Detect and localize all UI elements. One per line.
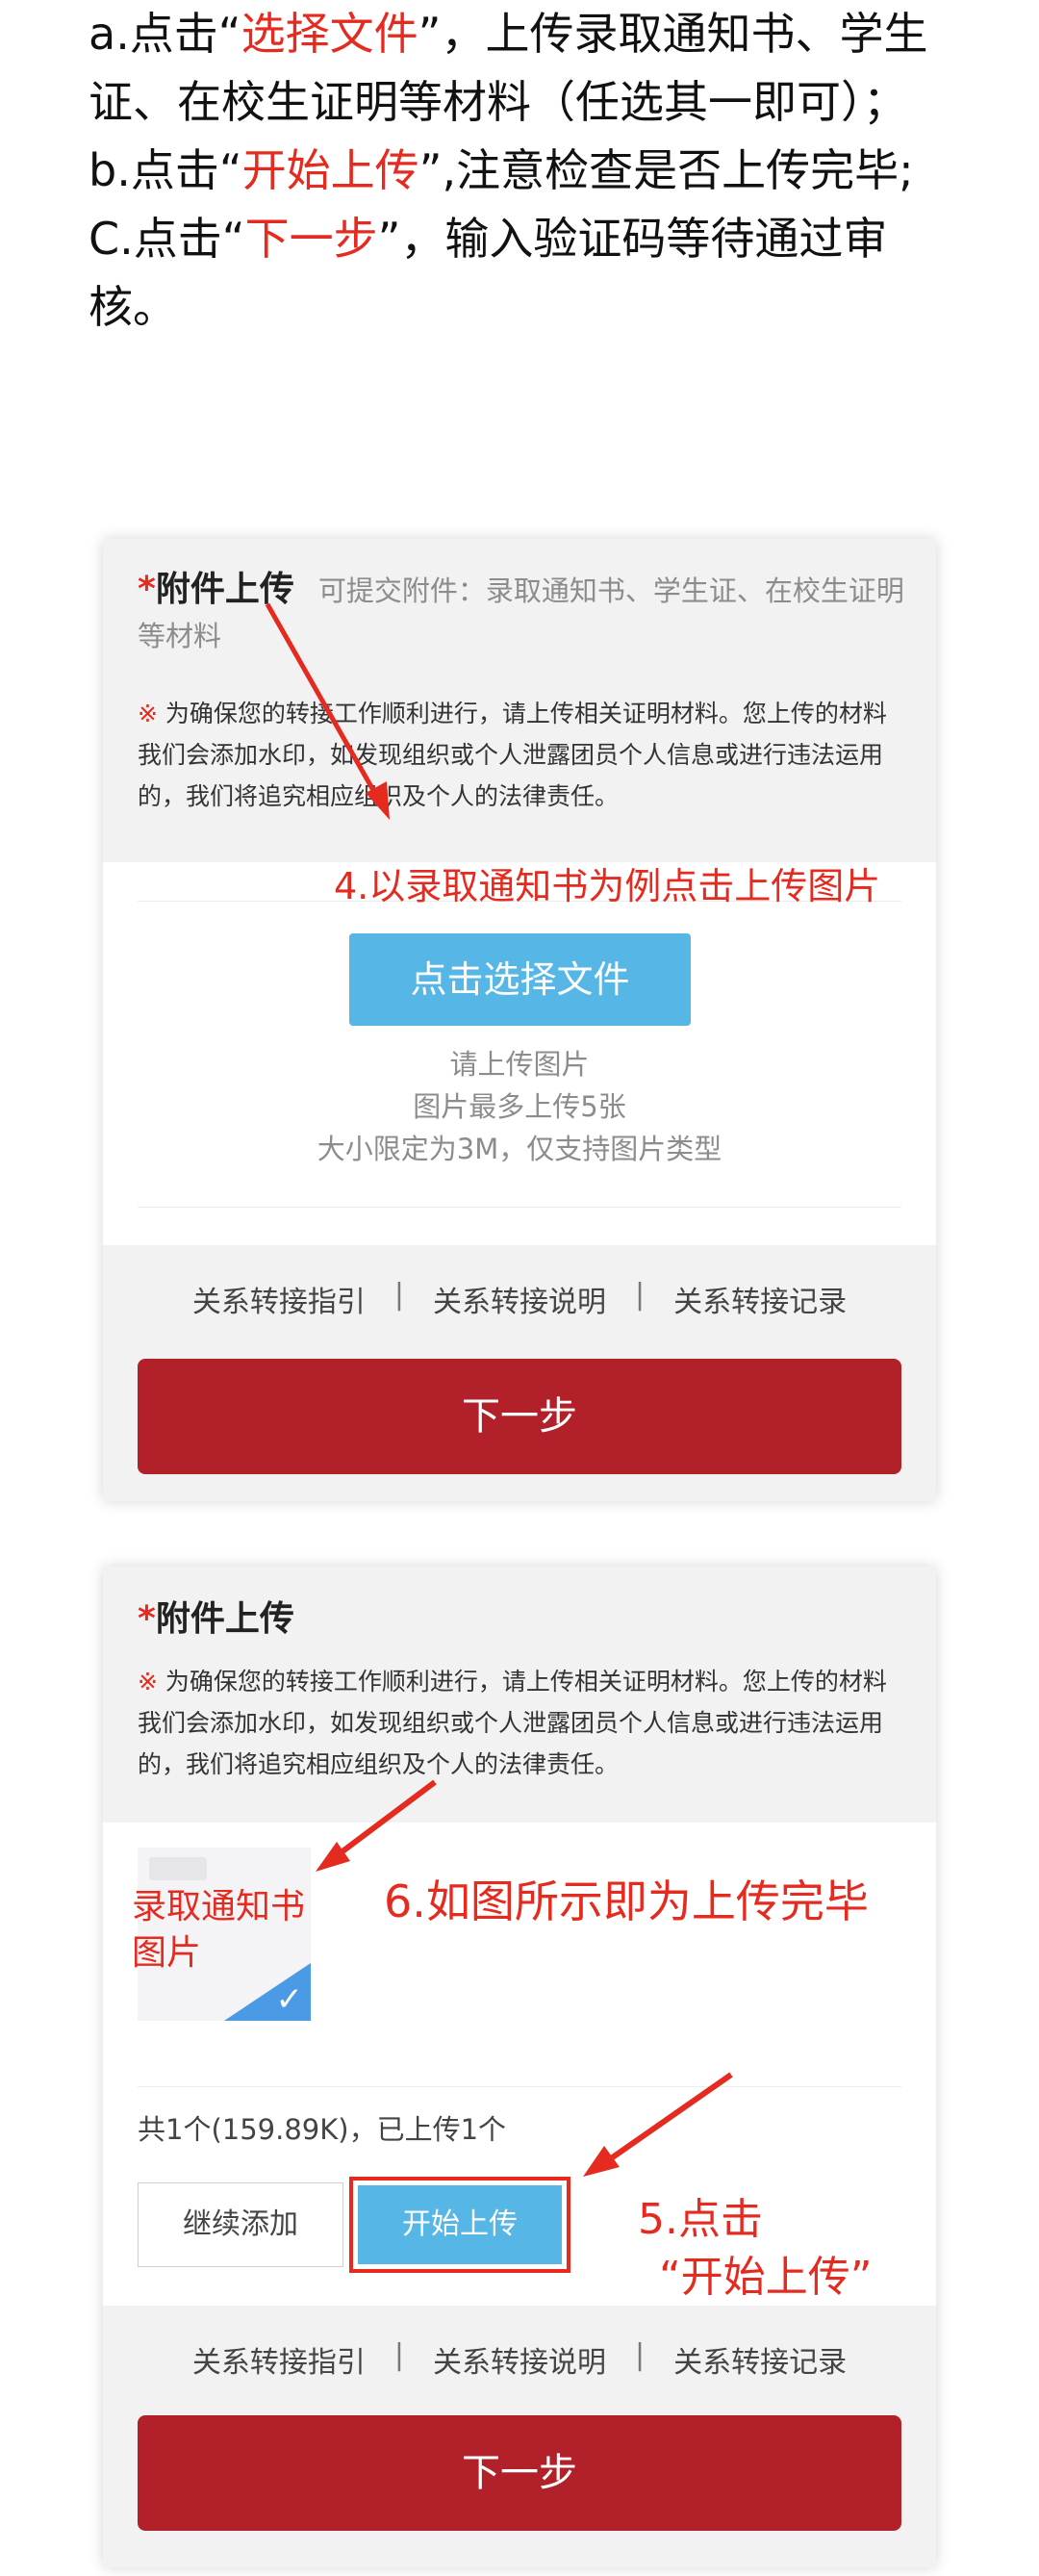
red-arrow-icon xyxy=(265,602,390,820)
annotation-arrows xyxy=(265,602,733,2177)
red-arrow-icon xyxy=(316,1779,437,1872)
red-arrow-icon xyxy=(583,2072,733,2177)
